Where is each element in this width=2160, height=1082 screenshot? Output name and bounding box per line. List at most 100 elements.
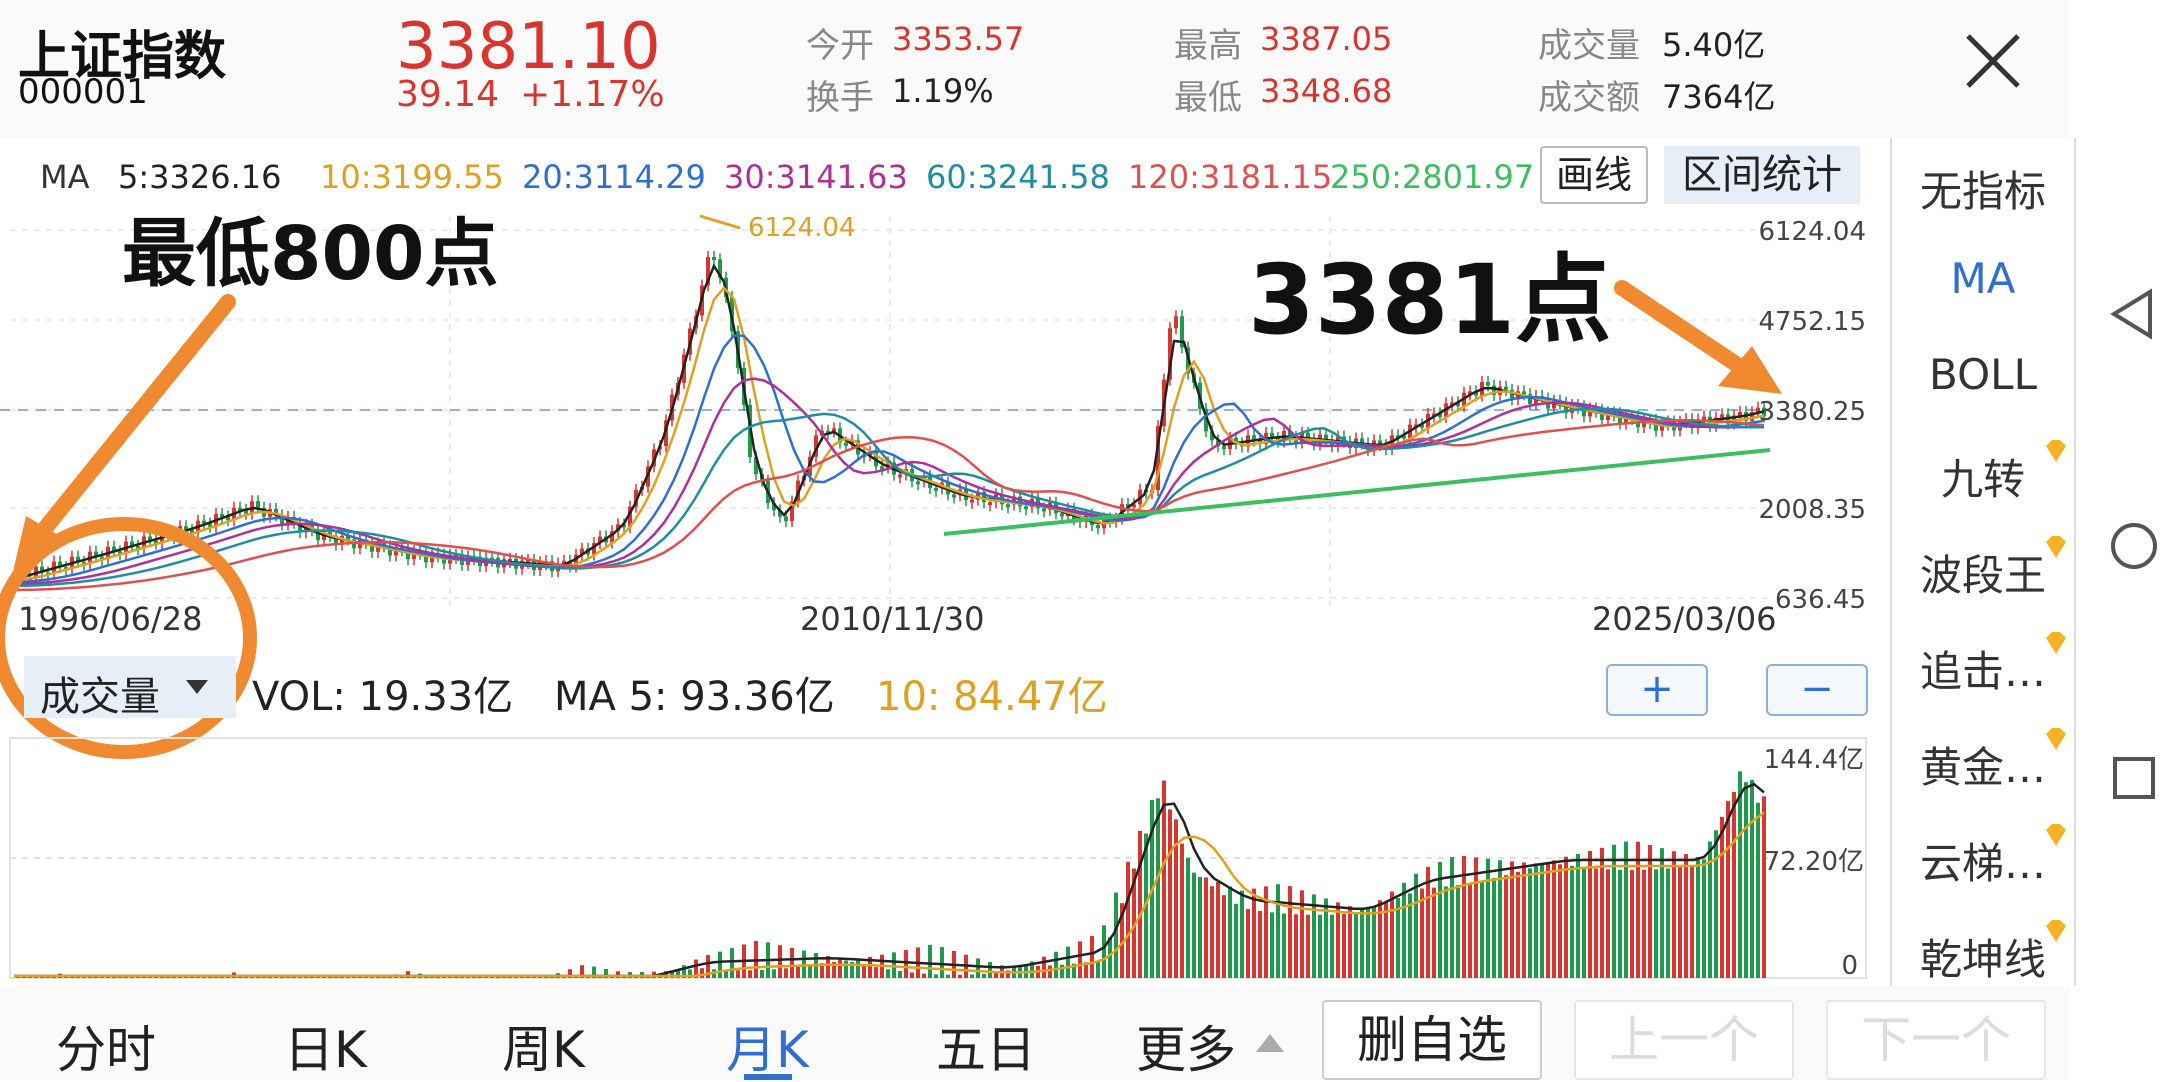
vip-diamond-icon	[2046, 920, 2066, 942]
vip-diamond-icon	[2046, 824, 2066, 846]
volume-bar	[874, 967, 878, 978]
volume-bar	[1096, 960, 1100, 978]
kline-candle	[1720, 414, 1724, 418]
volume-bar	[1288, 886, 1292, 978]
volume-bar	[1486, 858, 1490, 978]
tab-intraday[interactable]: 分时	[56, 1010, 156, 1082]
volume-bar	[922, 973, 926, 978]
volume-bar	[1582, 867, 1586, 978]
zoom-out-button[interactable]: −	[1766, 664, 1868, 716]
volume-bar	[1714, 830, 1718, 978]
annotation-current-arrow	[1614, 280, 1782, 394]
amount-label: 成交额	[1538, 78, 1640, 118]
volume-bar	[1720, 816, 1724, 978]
volume-bar	[1348, 906, 1352, 978]
kline-candle	[1738, 411, 1742, 416]
volume-bar	[1672, 851, 1676, 978]
volume-bar	[1384, 902, 1388, 978]
volume-bar	[1210, 886, 1214, 978]
indicator-ma[interactable]: MA	[1892, 254, 2074, 303]
volume-bar	[1576, 853, 1580, 978]
kline-candle	[1006, 504, 1010, 508]
vip-diamond-icon	[2046, 440, 2066, 462]
volume-bar	[1618, 869, 1622, 978]
zoom-in-button[interactable]: +	[1606, 664, 1708, 716]
home-icon[interactable]	[2110, 522, 2158, 570]
dropdown-caret-icon[interactable]	[186, 680, 208, 694]
volume-bar	[1228, 886, 1232, 978]
volume-bar	[760, 969, 764, 978]
volume-chart[interactable]: 144.4亿 72.20亿 0	[0, 730, 1888, 986]
tab-more[interactable]: 更多	[1136, 1010, 1236, 1082]
volume-bar	[1666, 868, 1670, 978]
draw-line-button[interactable]: 画线	[1540, 146, 1648, 204]
kline-candle	[916, 481, 920, 485]
volume-bars	[16, 771, 1766, 978]
vol-y-tick-2: 0	[1841, 951, 1858, 981]
high-value: 3387.05	[1260, 20, 1393, 58]
vol-ma5: MA 5: 93.36亿	[554, 674, 835, 720]
volume-bar	[1294, 914, 1298, 978]
volume-bar	[1468, 882, 1472, 978]
indicator-panel: 无指标 MA BOLL 九转 波段王 追击… 黄金… 云梯… 乾坤线	[1890, 138, 2076, 986]
volume-bar	[1246, 909, 1250, 978]
volume-bar	[886, 969, 890, 978]
volume-bar	[898, 971, 902, 978]
amount-value: 7364亿	[1662, 78, 1776, 116]
volume-bar	[1252, 888, 1256, 978]
chevron-up-icon[interactable]	[1256, 1034, 1284, 1052]
tab-five-day[interactable]: 五日	[936, 1010, 1036, 1082]
volume-bar	[1588, 850, 1592, 978]
prev-stock-button[interactable]: 上一个	[1574, 1000, 1794, 1080]
tab-day-k[interactable]: 日K	[284, 1010, 367, 1082]
volume-bar	[988, 962, 992, 978]
volume-bar	[970, 974, 974, 978]
volume-bar	[1696, 856, 1700, 978]
volume-bar	[1270, 912, 1274, 978]
volume-bar	[1312, 894, 1316, 978]
volume-value: 5.40亿	[1662, 26, 1766, 64]
volume-bar	[1630, 869, 1634, 978]
volume-bar	[1642, 869, 1646, 978]
volume-bar	[958, 974, 962, 978]
date-end: 2025/03/06	[1592, 600, 1776, 638]
kline-candle	[988, 502, 992, 506]
volume-bar	[778, 945, 782, 978]
indicator-selector[interactable]: 成交量	[40, 664, 160, 722]
next-stock-button[interactable]: 下一个	[1826, 1000, 2046, 1080]
range-stats-button[interactable]: 区间统计	[1664, 146, 1860, 204]
volume-bar	[718, 951, 722, 978]
volume-bar	[994, 972, 998, 978]
volume-bar	[1234, 903, 1238, 978]
stock-code: 000001	[18, 72, 148, 112]
y-tick-3: 2008.35	[1758, 495, 1866, 525]
ma10-value: 10:3199.55	[320, 158, 504, 196]
y-tick-4: 636.45	[1775, 585, 1866, 615]
tab-week-k[interactable]: 周K	[502, 1010, 585, 1082]
indicator-boll[interactable]: BOLL	[1892, 350, 2074, 399]
recents-icon[interactable]	[2112, 756, 2156, 800]
volume-bar	[982, 973, 986, 978]
tab-month-k[interactable]: 月K	[726, 1010, 809, 1082]
volume-bar	[904, 949, 908, 978]
last-price: 3381.10	[396, 10, 661, 84]
volume-bar	[1330, 914, 1334, 978]
kline-candle	[1486, 382, 1490, 386]
volume-bar	[910, 972, 914, 978]
volume-bar	[1528, 868, 1532, 978]
kline-candle	[844, 442, 848, 446]
volume-bar	[1504, 875, 1508, 978]
indicator-none[interactable]: 无指标	[1892, 158, 2074, 219]
volume-bar	[844, 960, 848, 978]
volume-bar	[838, 959, 842, 978]
kline-candle	[934, 487, 938, 491]
volume-bar	[1564, 856, 1568, 978]
price-change: 39.14	[396, 74, 500, 115]
open-value: 3353.57	[892, 20, 1025, 58]
back-icon[interactable]	[2110, 288, 2154, 340]
close-icon[interactable]	[1958, 26, 2028, 96]
volume-bar	[1624, 841, 1628, 978]
volume-bar	[1216, 882, 1220, 978]
volume-bar	[1222, 895, 1226, 978]
remove-watchlist-button[interactable]: 删自选	[1322, 1000, 1542, 1080]
